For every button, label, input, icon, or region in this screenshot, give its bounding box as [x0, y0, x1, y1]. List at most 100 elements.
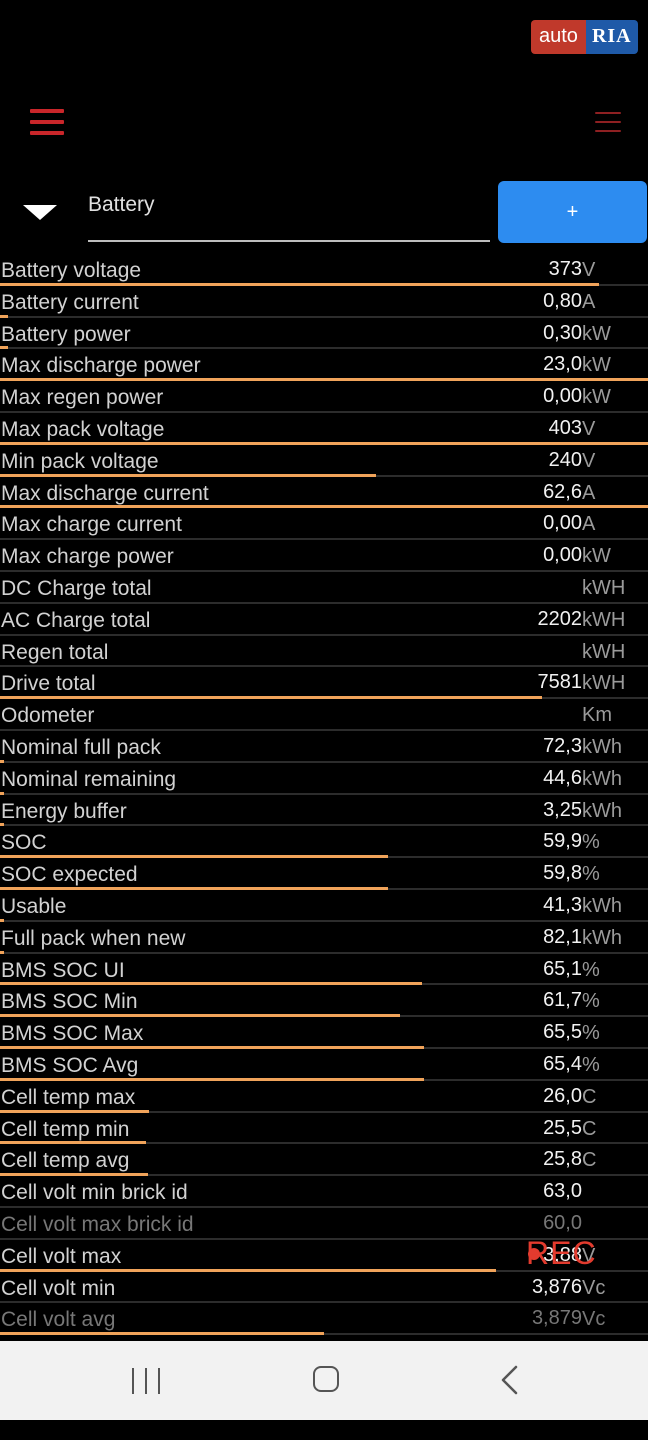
item-unit: V [582, 259, 596, 281]
item-unit: C [582, 1149, 597, 1172]
item-value: 3,25 [543, 798, 582, 821]
add-button[interactable]: + [498, 181, 647, 243]
list-item[interactable]: Max regen power 0,00 kW [0, 381, 648, 413]
item-label: Max charge current [1, 513, 182, 537]
item-value: 61,7 [543, 989, 582, 1012]
list-item[interactable]: Max pack voltage 403 V [0, 413, 648, 445]
back-icon[interactable] [496, 1363, 524, 1397]
item-unit: % [582, 990, 600, 1013]
item-unit: % [582, 863, 600, 886]
item-label: Nominal full pack [1, 735, 161, 759]
list-item[interactable]: Regen total kWH [0, 636, 648, 668]
item-label: Battery voltage [1, 259, 142, 282]
list-item[interactable]: Drive total 7581 kWH [0, 667, 648, 700]
item-value: 26,0 [543, 1084, 582, 1107]
item-value: 65,1 [543, 957, 582, 980]
item-label: BMS SOC Min [1, 990, 138, 1014]
item-label: Max charge power [1, 545, 174, 569]
category-selector[interactable]: Battery [88, 190, 490, 242]
item-label: Drive total [1, 672, 96, 696]
item-value: 7581 [537, 671, 583, 694]
list-item[interactable]: BMS SOC UI 65,1% [0, 954, 648, 986]
item-value: 25,5 [543, 1116, 582, 1139]
list-item[interactable]: Cell temp min 25,5 C [0, 1113, 648, 1145]
item-unit: kWH [582, 576, 626, 599]
list-item[interactable]: Energy buffer 3,25 kWh [0, 795, 648, 827]
item-unit: % [582, 1053, 600, 1076]
list-item[interactable]: BMS SOC Max 65,5% [0, 1017, 648, 1049]
item-label: Cell volt max [1, 1244, 122, 1268]
item-value: 59,9 [543, 830, 582, 853]
list-item[interactable]: SOC expected 59,8% [0, 858, 648, 890]
data-list: Battery voltage 373 V Battery current 0,80 A B… [0, 254, 648, 1336]
item-value: 60,0 [543, 1211, 582, 1234]
list-item[interactable]: Max charge power 0,00 kW [0, 540, 648, 572]
selector-label: Battery [88, 193, 155, 216]
item-label: Battery current [1, 290, 139, 314]
item-unit: kWH [582, 608, 626, 631]
list-item[interactable]: AC Charge total 2202 kWH [0, 604, 648, 636]
watermark-logo: auto RIA [531, 20, 638, 54]
recents-icon[interactable] [132, 1368, 160, 1394]
list-item[interactable]: Nominal remaining 44,6 kWh [0, 763, 648, 795]
list-item[interactable]: SOC 59,9% [0, 826, 648, 859]
menu-icon[interactable] [30, 109, 64, 135]
item-value: 41,3 [543, 893, 582, 916]
list-item[interactable]: Odometer Km [0, 699, 648, 731]
item-value: 62,6 [543, 480, 582, 503]
item-label: Odometer [1, 704, 95, 728]
list-item[interactable]: Full pack when new 82,1 kWh [0, 922, 648, 954]
item-unit: kWh [582, 735, 622, 758]
list-item[interactable]: DC Charge total kWH [0, 572, 648, 604]
item-label: BMS SOC UI [1, 958, 125, 982]
watermark-auto: auto [531, 20, 586, 54]
item-value: 63,0 [543, 1180, 582, 1203]
item-value: 65,4 [543, 1052, 582, 1075]
list-item[interactable]: BMS SOC Min 61,7% [0, 985, 648, 1018]
list-item[interactable]: Usable 41,3 kWh [0, 890, 648, 922]
list-item[interactable]: Battery current 0,80 A [0, 286, 648, 318]
item-label: DC Charge total [1, 576, 152, 600]
list-item[interactable]: Max discharge power 23,0 kW [0, 349, 648, 382]
list-item[interactable]: Min pack voltage 240 V [0, 445, 648, 477]
list-item[interactable]: Battery voltage 373 V [0, 254, 648, 286]
item-label: Max discharge power [1, 354, 201, 378]
list-item[interactable]: Cell temp max 26,0 C [0, 1081, 648, 1113]
list-item[interactable]: Cell temp avg 25,8 C [0, 1144, 648, 1177]
list-item[interactable]: Max discharge current 62,6 A [0, 477, 648, 509]
item-label: Regen total [1, 640, 109, 664]
item-value: 72,3 [543, 734, 582, 757]
item-unit: kW [582, 545, 611, 568]
dropdown-arrow-icon[interactable] [23, 205, 57, 220]
item-unit: % [582, 958, 600, 981]
list-item[interactable]: Nominal full pack 72,3 kWh [0, 731, 648, 763]
item-unit: kW [582, 322, 611, 345]
item-label: Cell temp min [1, 1117, 130, 1141]
item-label: Cell volt min [1, 1276, 116, 1300]
item-value: 3,876 [531, 1275, 582, 1298]
list-item[interactable]: Max charge current 0,00 A [0, 508, 648, 541]
home-icon[interactable] [313, 1366, 339, 1392]
item-label: BMS SOC Max [1, 1022, 144, 1046]
list-item[interactable]: Cell volt avg 3,879 Vc [0, 1303, 648, 1336]
list-item[interactable]: BMS SOC Avg 65,4% [0, 1049, 648, 1081]
list-item[interactable]: Cell volt min 3,876 Vc [0, 1272, 648, 1304]
item-label: Battery power [1, 322, 131, 346]
item-unit: Vc [582, 1276, 606, 1299]
item-label: BMS SOC Avg [1, 1053, 139, 1077]
item-label: Cell volt max brick id [1, 1212, 194, 1236]
item-label: Cell temp avg [1, 1149, 130, 1173]
item-unit: kWH [582, 672, 626, 695]
item-value: 25,8 [543, 1148, 582, 1171]
item-unit: % [582, 831, 600, 854]
item-label: Cell volt min brick id [1, 1181, 188, 1205]
item-label: Cell volt avg [1, 1308, 116, 1332]
item-label: Max pack voltage [1, 417, 165, 441]
overflow-menu-icon[interactable] [595, 112, 621, 132]
item-label: AC Charge total [1, 608, 151, 632]
list-item[interactable]: Battery power 0,30 kW [0, 318, 648, 350]
item-unit: V [582, 449, 596, 472]
item-unit: Km [582, 704, 612, 727]
list-item[interactable]: Cell volt min brick id 63,0 [0, 1176, 648, 1208]
item-value: 373 [548, 258, 582, 280]
